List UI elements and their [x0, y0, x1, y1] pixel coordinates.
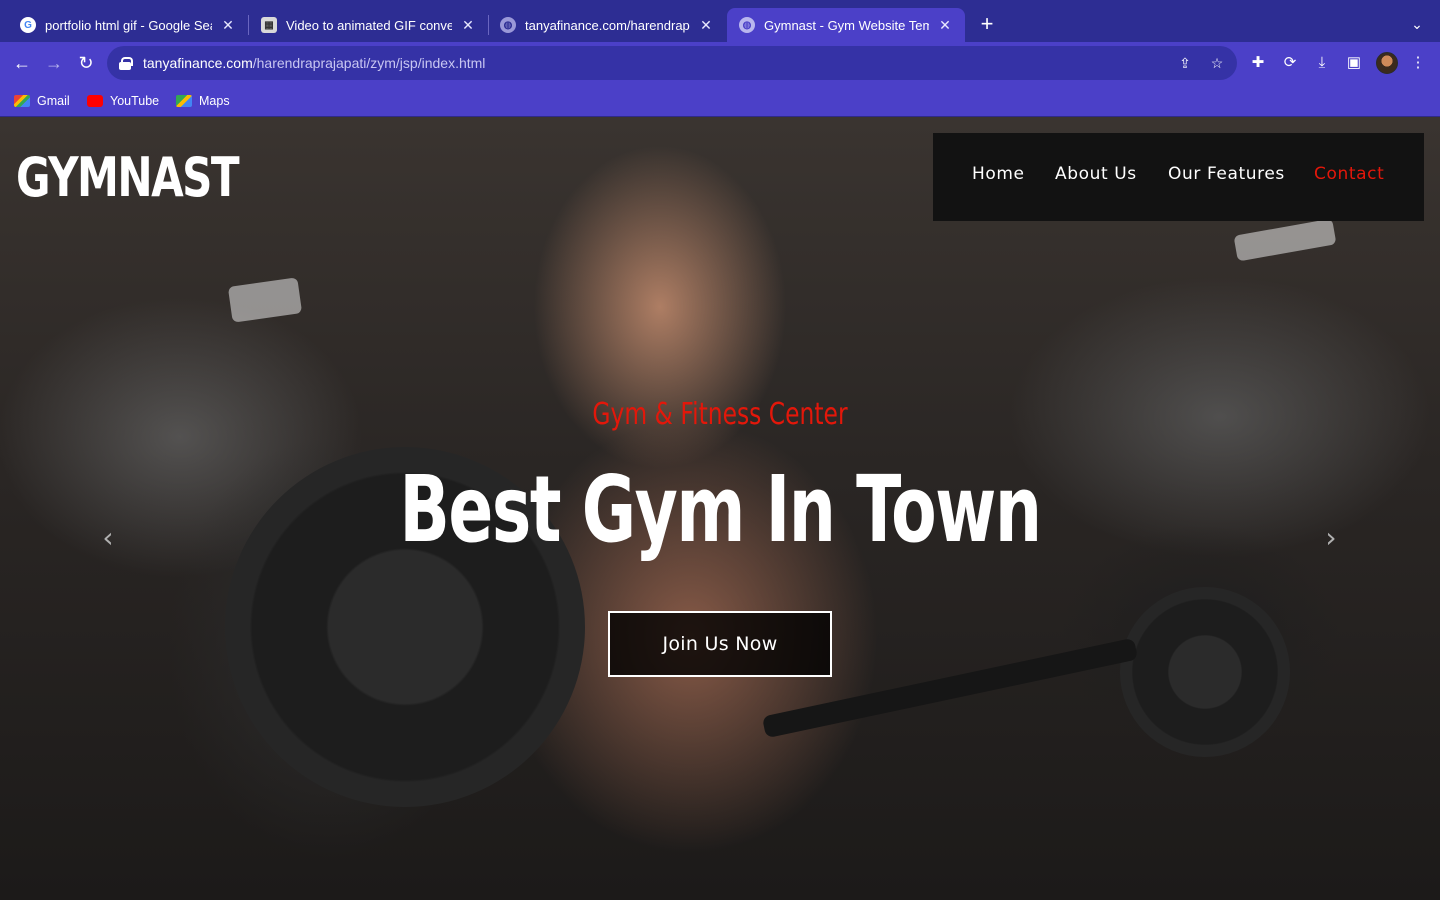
browser-tab-strip: G portfolio html gif - Google Search ✕ ▦… — [0, 0, 1440, 42]
bookmark-star-icon[interactable]: ☆ — [1207, 53, 1227, 73]
chevron-left-icon[interactable]: ‹ — [93, 523, 123, 553]
hero-section: GYMNAST Home About Us Our Features Conta… — [0, 117, 1440, 900]
bookmark-label: Gmail — [37, 94, 70, 108]
tab-title: portfolio html gif - Google Search — [45, 17, 212, 33]
bookmark-maps[interactable]: Maps — [176, 92, 230, 110]
maps-icon — [176, 95, 192, 107]
google-icon: G — [20, 17, 36, 33]
bookmark-label: YouTube — [110, 94, 160, 108]
chevron-right-icon[interactable]: › — [1316, 523, 1346, 553]
url-text[interactable]: tanyafinance.com/harendraprajapati/zym/j… — [143, 55, 485, 71]
share-icon[interactable]: ⇪ — [1175, 53, 1195, 73]
side-panel-icon[interactable]: ▣ — [1344, 53, 1364, 73]
hero-headline: Best Gym In Town — [399, 456, 1042, 563]
gmail-icon — [14, 95, 30, 107]
tab-gif-converter[interactable]: ▦ Video to animated GIF converter ✕ — [249, 8, 488, 42]
ceiling-light — [1233, 218, 1337, 262]
back-arrow-icon[interactable]: ← — [10, 51, 34, 75]
reload-icon[interactable]: ↻ — [74, 51, 98, 75]
close-icon[interactable]: ✕ — [937, 17, 953, 34]
ezgif-icon: ▦ — [261, 17, 277, 33]
bookmarks-bar: Gmail YouTube Maps — [0, 84, 1440, 117]
tab-gymnast[interactable]: ◍ Gymnast - Gym Website Template ✕ — [727, 8, 965, 42]
more-menu-icon[interactable]: ⋮ — [1408, 53, 1428, 73]
bookmark-label: Maps — [199, 94, 230, 108]
tab-tanyafinance[interactable]: ◍ tanyafinance.com/harendraprajapati ✕ — [488, 8, 726, 42]
youtube-icon — [87, 95, 103, 107]
forward-arrow-icon[interactable]: → — [42, 51, 66, 75]
nav-about-us[interactable]: About Us — [1055, 164, 1137, 184]
url-path: /harendraprajapati/zym/jsp/index.html — [252, 55, 486, 71]
lock-icon[interactable] — [119, 57, 133, 70]
hero-tagline: Gym & Fitness Center — [592, 397, 848, 432]
nav-our-features[interactable]: Our Features — [1168, 164, 1285, 184]
globe-icon: ◍ — [500, 17, 516, 33]
bookmark-gmail[interactable]: Gmail — [14, 92, 70, 110]
url-host: tanyafinance.com — [143, 55, 253, 71]
nav-contact[interactable]: Contact — [1314, 164, 1384, 184]
extension-icon[interactable]: ⟳ — [1280, 53, 1300, 73]
close-icon[interactable]: ✕ — [698, 17, 714, 34]
tab-title: Video to animated GIF converter — [286, 17, 452, 33]
join-us-button[interactable]: Join Us Now — [608, 611, 832, 677]
close-icon[interactable]: ✕ — [460, 17, 476, 34]
tab-search-chevron-down-icon[interactable]: ⌄ — [1406, 12, 1428, 36]
ceiling-light — [227, 277, 303, 323]
site-logo[interactable]: GYMNAST — [16, 147, 240, 209]
bookmark-youtube[interactable]: YouTube — [87, 92, 159, 110]
globe-icon: ◍ — [739, 17, 755, 33]
tab-title: Gymnast - Gym Website Template — [764, 17, 929, 33]
tab-google-search[interactable]: G portfolio html gif - Google Search ✕ — [8, 8, 248, 42]
main-nav: Home About Us Our Features Contact — [933, 133, 1424, 221]
address-bar[interactable]: tanyafinance.com/harendraprajapati/zym/j… — [107, 46, 1237, 80]
browser-toolbar: ← → ↻ tanyafinance.com/harendraprajapati… — [0, 42, 1440, 84]
close-icon[interactable]: ✕ — [220, 17, 236, 34]
tab-title: tanyafinance.com/harendraprajapati — [525, 17, 690, 33]
new-tab-button[interactable]: + — [976, 12, 998, 36]
download-icon[interactable]: ⤓ — [1312, 53, 1332, 73]
weight-plate-image — [1120, 587, 1290, 757]
extensions-puzzle-icon[interactable]: ✚ — [1248, 53, 1268, 73]
profile-avatar[interactable] — [1376, 52, 1398, 74]
nav-home[interactable]: Home — [972, 164, 1025, 184]
